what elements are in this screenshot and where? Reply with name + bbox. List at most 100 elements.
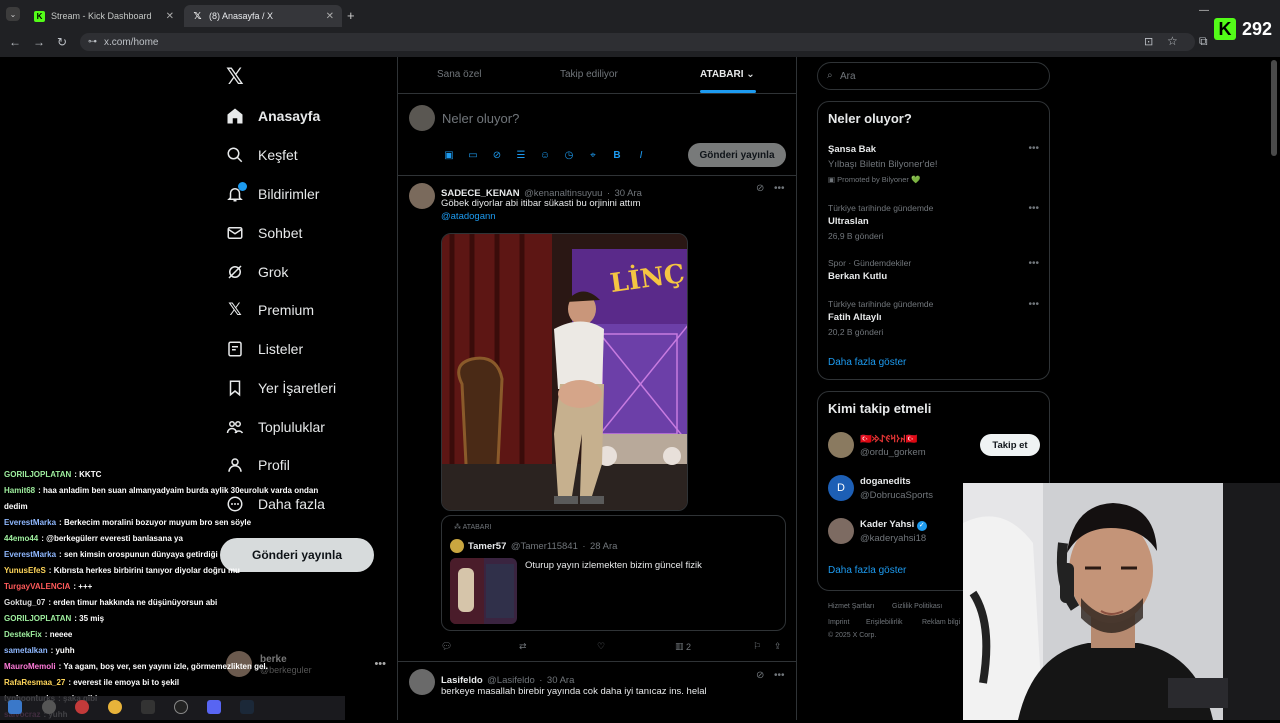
sidebar-item-notifications[interactable]: Bildirimler <box>226 179 319 209</box>
separator: · <box>582 540 586 552</box>
tab-for-you[interactable]: Sana özel <box>437 69 481 80</box>
back-icon[interactable]: ← <box>9 35 21 49</box>
sidebar-item-chat[interactable]: Sohbet <box>226 218 302 248</box>
avatar[interactable] <box>828 432 854 458</box>
tweet-date[interactable]: 30 Ara <box>547 675 574 686</box>
image-icon[interactable]: ▣ <box>443 149 455 161</box>
more-dots-icon[interactable]: ••• <box>1028 203 1039 214</box>
sidebar-item-explore[interactable]: Keşfet <box>226 140 298 170</box>
avatar[interactable] <box>828 518 854 544</box>
sidebar-item-home[interactable]: Anasayfa <box>226 101 320 131</box>
footer-link-ads[interactable]: Reklam bilgi <box>922 619 960 626</box>
sidebar-item-grok[interactable]: Grok <box>226 257 288 287</box>
location-icon[interactable]: ⌖ <box>587 149 599 161</box>
more-dots-icon[interactable]: ••• <box>774 670 785 681</box>
trend-name[interactable]: Fatih Altaylı <box>828 312 882 323</box>
retweet-icon[interactable]: ⇄ <box>519 641 527 652</box>
tab-x-home[interactable]: 𝕏 (8) Anasayfa / X ✕ <box>184 5 342 27</box>
like-icon[interactable]: ♡ <box>597 641 605 652</box>
bookmark-icon[interactable]: ⚐ <box>753 641 761 652</box>
forward-icon[interactable]: → <box>33 35 45 49</box>
views-button[interactable]: ▥ 2 <box>675 641 691 652</box>
extensions-icon[interactable]: ⧉ <box>1199 34 1208 49</box>
author-name[interactable]: Lasifeldo <box>441 675 483 686</box>
minimize-icon[interactable]: — <box>1199 5 1209 16</box>
app-icon[interactable] <box>75 700 89 714</box>
show-more-link[interactable]: Daha fazla göster <box>828 565 906 576</box>
italic-icon[interactable]: I <box>635 149 647 161</box>
suggestion-name[interactable]: doganedits <box>860 476 911 487</box>
tab-kick-dashboard[interactable]: K Stream - Kick Dashboard ✕ <box>26 5 182 27</box>
share-icon[interactable]: ⇪ <box>774 641 782 652</box>
chat-text: Ya agam, boş ver, sen yayını izle, görme… <box>63 662 268 671</box>
tab-following[interactable]: Takip ediliyor <box>560 69 618 80</box>
chat-text: dedim <box>4 502 28 511</box>
grok-icon <box>226 263 244 281</box>
search-icon[interactable] <box>42 700 56 714</box>
sidebar-item-label: Topluluklar <box>258 419 325 435</box>
footer-link-terms[interactable]: Hizmet Şartları <box>828 603 874 610</box>
tab-title: (8) Anasayfa / X <box>209 11 274 21</box>
tab-atabari[interactable]: ATABARI ⌄ <box>700 69 755 80</box>
follow-button[interactable]: Takip et <box>980 434 1040 456</box>
chat-message: TurgayVALENCIA: +++ <box>4 579 92 595</box>
avatar[interactable]: D <box>828 475 854 501</box>
schedule-icon[interactable]: ◷ <box>563 149 575 161</box>
sidebar-item-premium[interactable]: 𝕏 Premium <box>226 295 314 325</box>
more-dots-icon[interactable]: ••• <box>1028 258 1039 269</box>
chrome-icon[interactable] <box>108 700 122 714</box>
compose-input[interactable]: Neler oluyor? <box>442 111 519 126</box>
steam-icon[interactable] <box>240 700 254 714</box>
taskbar <box>0 696 345 720</box>
close-tab-icon[interactable]: ✕ <box>166 11 174 22</box>
suggestion-name[interactable]: 🇹🇷𐰴𐰆𐰺𐰏𐰀𐰢🇹🇷 <box>860 432 918 445</box>
app-icon[interactable] <box>141 700 155 714</box>
sidebar-item-lists[interactable]: Listeler <box>226 334 303 364</box>
windows-start-icon[interactable] <box>8 700 22 714</box>
grok-icon[interactable]: ⊘ <box>491 149 503 161</box>
grok-icon[interactable]: ⊘ <box>756 670 764 681</box>
sidebar-item-communities[interactable]: Topluluklar <box>226 412 325 442</box>
more-dots-icon[interactable]: ••• <box>774 183 785 194</box>
grok-icon[interactable]: ⊘ <box>756 183 764 194</box>
search-input[interactable]: ⌕ Ara <box>817 62 1050 90</box>
bookmark-star-icon[interactable]: ☆ <box>1167 34 1178 48</box>
tweet-text: Göbek diyorlar abi itibar sükasti bu orj… <box>441 198 641 209</box>
address-bar[interactable]: ⊶ x.com/home <box>80 33 1195 51</box>
trend-name[interactable]: Ultraslan <box>828 216 869 227</box>
close-tab-icon[interactable]: ✕ <box>326 11 334 22</box>
x-logo-icon[interactable]: 𝕏 <box>226 64 244 90</box>
suggestion-name-text: Kader Yahsi <box>860 519 915 530</box>
obs-icon[interactable] <box>174 700 188 714</box>
page-scrollbar[interactable] <box>1271 60 1277 156</box>
reload-icon[interactable]: ↻ <box>57 35 67 49</box>
author-handle[interactable]: @Lasifeldo <box>487 675 535 686</box>
more-dots-icon[interactable]: ••• <box>1028 299 1039 310</box>
tab-search-icon[interactable]: ⌄ <box>6 7 20 21</box>
site-info-icon[interactable]: ⊶ <box>88 36 97 47</box>
ad-icon: ▣ <box>828 175 838 184</box>
bold-icon[interactable]: B <box>611 149 623 161</box>
tweet-media[interactable]: LİNÇ <box>441 233 688 511</box>
reply-icon[interactable]: 💬︎ <box>441 641 452 652</box>
discord-icon[interactable] <box>207 700 221 714</box>
footer-link-imprint[interactable]: Imprint <box>828 619 849 626</box>
quoted-tweet[interactable]: ⁂ ATABARI Tamer57 @Tamer115841 · 28 Ara … <box>441 515 786 631</box>
trend-name[interactable]: Berkan Kutlu <box>828 271 887 282</box>
show-more-link[interactable]: Daha fazla göster <box>828 357 906 368</box>
more-dots-icon[interactable]: ••• <box>1028 143 1039 154</box>
poll-icon[interactable]: ☰ <box>515 149 527 161</box>
install-icon[interactable]: ⊡ <box>1144 35 1153 48</box>
emoji-icon[interactable]: ☺ <box>539 149 551 161</box>
mention-link[interactable]: @atadogann <box>441 211 496 222</box>
gif-icon[interactable]: ▭ <box>467 149 479 161</box>
footer-link-accessibility[interactable]: Erişilebilirlik <box>866 619 903 626</box>
compose-post-button[interactable]: Gönderi yayınla <box>688 143 786 167</box>
promo-title[interactable]: Şansa Bak <box>828 144 876 155</box>
kick-icon: K <box>34 10 45 22</box>
footer-link-privacy[interactable]: Gizlilik Politikası <box>892 603 942 610</box>
new-tab-icon[interactable]: + <box>347 8 355 23</box>
suggestion-name[interactable]: Kader Yahsi ✓ <box>860 519 927 531</box>
sidebar-item-bookmarks[interactable]: Yer İşaretleri <box>226 373 336 403</box>
trend-context: Spor · Gündemdekiler <box>828 258 912 268</box>
